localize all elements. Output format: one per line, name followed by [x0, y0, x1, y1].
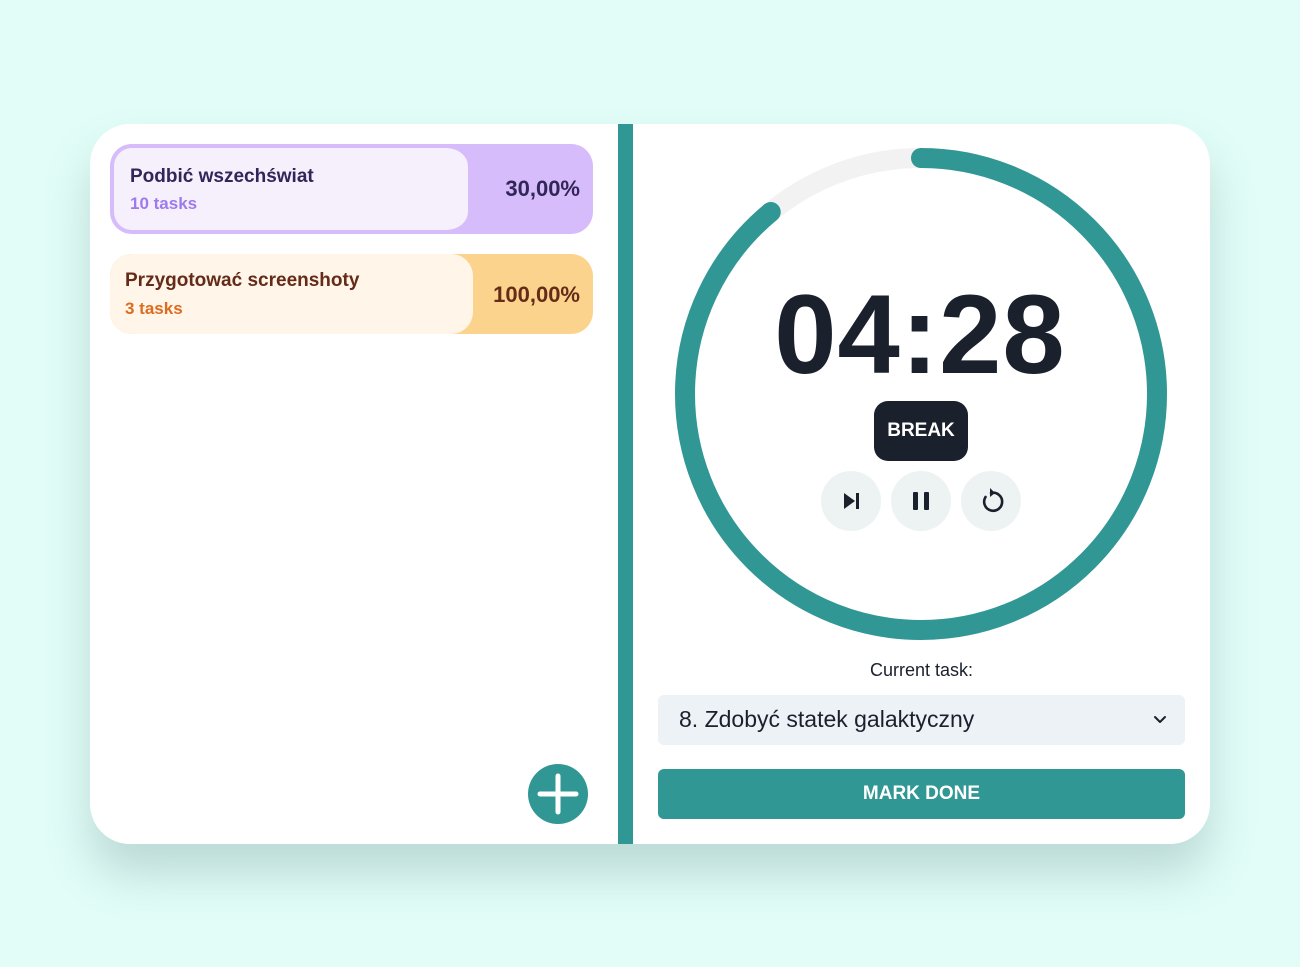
pomodoro-card: Podbić wszechświat 10 tasks 30,00% Przyg…	[90, 124, 1210, 844]
pause-button[interactable]	[891, 471, 951, 531]
project-task-count: 10 tasks	[130, 194, 198, 213]
skip-next-icon	[844, 493, 859, 509]
current-task-value: 8. Zdobyć statek galaktyczny	[679, 706, 975, 732]
reset-icon	[982, 488, 1004, 513]
pause-icon	[913, 492, 929, 510]
project-item-body	[110, 144, 468, 234]
project-name: Podbić wszechświat	[130, 166, 314, 187]
plus-icon	[537, 773, 579, 815]
current-task-select[interactable]: 8. Zdobyć statek galaktyczny	[658, 695, 1185, 745]
project-item[interactable]: Podbić wszechświat 10 tasks 30,00%	[110, 144, 593, 234]
timer-display: 04:28	[774, 272, 1066, 397]
timer-mode-button[interactable]: BREAK	[874, 401, 968, 461]
reset-button[interactable]	[961, 471, 1021, 531]
project-item-body	[110, 254, 473, 334]
project-name: Przygotować screenshoty	[125, 270, 360, 291]
chevron-down-icon	[1154, 716, 1166, 723]
project-item[interactable]: Przygotować screenshoty 3 tasks 100,00%	[110, 254, 593, 334]
mark-done-button[interactable]: MARK DONE	[658, 769, 1185, 819]
project-task-count: 3 tasks	[125, 299, 183, 318]
project-progress-percent: 100,00%	[493, 282, 580, 307]
project-progress-percent: 30,00%	[505, 176, 580, 201]
current-task-label: Current task:	[869, 660, 974, 680]
panel-divider	[618, 124, 633, 844]
skip-button[interactable]	[821, 471, 881, 531]
add-project-button[interactable]	[528, 764, 588, 824]
